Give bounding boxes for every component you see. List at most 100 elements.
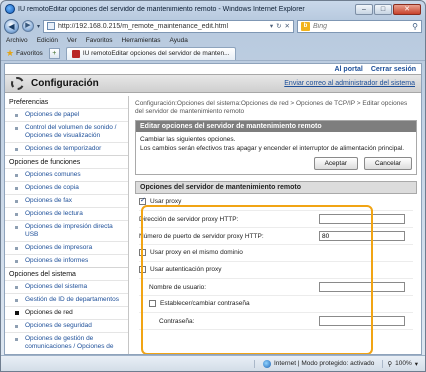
sidebar-item-common[interactable]: Opciones comunes xyxy=(5,168,128,181)
use-proxy-label: Usar proxy xyxy=(150,198,182,206)
set-password-label: Establecer/cambiar contraseña xyxy=(160,300,250,308)
proxy-address-row: Dirección de servidor proxy HTTP: xyxy=(139,211,413,228)
password-label: Contraseña: xyxy=(159,317,195,325)
sidebar-item-system[interactable]: Opciones del sistema xyxy=(5,280,128,293)
set-password-row: Establecer/cambiar contraseña xyxy=(139,296,413,313)
search-box[interactable]: b ⚲ xyxy=(297,19,422,33)
proxy-port-row: Número de puerto de servidor proxy HTTP: xyxy=(139,228,413,245)
browser-tab[interactable]: IU remotoEditar opciones del servidor de… xyxy=(65,46,236,60)
title-bar: IU remotoEditar opciones del servidor de… xyxy=(1,1,425,17)
menu-favoritos[interactable]: Favoritos xyxy=(86,37,113,44)
add-favorite-icon[interactable]: + xyxy=(48,47,60,59)
proxy-port-label: Número de puerto de servidor proxy HTTP: xyxy=(139,232,264,240)
menu-ver[interactable]: Ver xyxy=(67,37,77,44)
browser-window: IU remotoEditar opciones del servidor de… xyxy=(0,0,426,372)
forward-button[interactable]: ▶ xyxy=(22,20,34,32)
sidebar-item-copy[interactable]: Opciones de copia xyxy=(5,181,128,194)
mail-admin-link[interactable]: Enviar correo al administrador del siste… xyxy=(284,80,415,87)
menu-bar: Archivo Edición Ver Favoritos Herramient… xyxy=(1,35,425,46)
page-header-links: Al portal Cerrar sesión xyxy=(5,64,421,74)
globe-icon xyxy=(263,359,271,368)
stop-icon[interactable]: ✕ xyxy=(285,22,290,30)
username-label: Nombre de usuario: xyxy=(149,283,207,291)
page-title: Configuración xyxy=(31,78,99,89)
proxy-auth-row: Usar autenticación proxy xyxy=(139,262,413,279)
breadcrumb: Configuración:Opciones del sistema:Opcio… xyxy=(135,100,408,115)
edit-panel-body: Cambiar las siguientes opciones. Los cam… xyxy=(136,132,416,157)
sidebar-category-preferences: Preferencias xyxy=(9,99,49,106)
proxy-form: Usar proxy Dirección de servidor proxy H… xyxy=(135,194,417,330)
sidebar-category-system: Opciones del sistema xyxy=(5,267,128,280)
history-dropdown-icon[interactable]: ▾ xyxy=(37,23,40,30)
proxy-auth-label: Usar autenticación proxy xyxy=(150,266,222,274)
close-window-button[interactable]: ✕ xyxy=(393,3,421,15)
sidebar-item-reports[interactable]: Opciones de informes xyxy=(5,254,128,267)
sidebar-item-timer[interactable]: Opciones de temporizador xyxy=(5,142,128,155)
sidebar-item-fax[interactable]: Opciones de fax xyxy=(5,194,128,207)
sidebar: Preferencias Opciones de papel Control d… xyxy=(5,96,129,354)
cancel-button[interactable]: Cancelar xyxy=(363,157,412,170)
username-row: Nombre de usuario: xyxy=(139,279,413,296)
status-bar: Internet | Modo protegido: activado ⚲ 10… xyxy=(1,355,425,371)
section-title: Opciones del servidor de mantenimiento r… xyxy=(135,181,417,194)
edit-panel: Editar opciones del servidor de mantenim… xyxy=(135,120,417,175)
password-row: Contraseña: xyxy=(139,313,413,330)
sidebar-item-scan[interactable]: Opciones de lectura xyxy=(5,207,128,220)
security-zone[interactable]: Internet | Modo protegido: activado xyxy=(254,359,382,368)
zoom-icon: ⚲ xyxy=(387,360,393,368)
favorites-bar: ★ Favoritos + IU remotoEditar opciones d… xyxy=(1,46,425,61)
canon-favicon-icon xyxy=(71,49,80,58)
minimize-button[interactable]: – xyxy=(355,3,373,15)
menu-archivo[interactable]: Archivo xyxy=(6,37,28,44)
portal-link[interactable]: Al portal xyxy=(334,66,362,73)
gear-icon xyxy=(11,77,24,90)
sidebar-item-network[interactable]: Opciones de red xyxy=(5,306,128,319)
menu-edicion[interactable]: Edición xyxy=(37,37,58,44)
search-input[interactable] xyxy=(313,22,410,30)
main-content: Configuración:Opciones del sistema:Opcio… xyxy=(135,98,417,354)
address-dropdown-icon[interactable]: ▾ xyxy=(270,22,273,30)
proxy-auth-checkbox[interactable] xyxy=(139,266,146,274)
panel-line-1: Cambiar las siguientes opciones. xyxy=(140,136,236,143)
refresh-icon[interactable]: ↻ xyxy=(276,22,281,30)
sidebar-item-usb-print[interactable]: Opciones de impresión directa USB xyxy=(5,220,128,241)
password-input[interactable] xyxy=(319,316,405,326)
page-icon xyxy=(47,22,56,30)
zoom-level: 100% xyxy=(395,360,412,367)
back-button[interactable]: ◀ xyxy=(4,18,19,34)
set-password-checkbox[interactable] xyxy=(149,300,156,308)
sidebar-item-security[interactable]: Opciones de seguridad xyxy=(5,319,128,332)
address-bar[interactable]: http://192.168.0.215/m_remote_maintenanc… xyxy=(43,19,294,33)
ie-logo-icon xyxy=(5,4,15,14)
zone-label: Internet | Modo protegido: activado xyxy=(274,360,375,367)
config-header: Configuración Enviar correo al administr… xyxy=(5,74,421,93)
sidebar-item-communications[interactable]: Opciones de gestión de comunicaciones / … xyxy=(5,332,128,353)
star-icon: ★ xyxy=(6,47,15,58)
proxy-address-label: Dirección de servidor proxy HTTP: xyxy=(139,215,239,223)
address-row: ◀ ▶ ▾ http://192.168.0.215/m_remote_main… xyxy=(1,17,425,35)
sidebar-item-printer[interactable]: Opciones de impresora xyxy=(5,241,128,254)
menu-herramientas[interactable]: Herramientas xyxy=(122,37,161,44)
zoom-dropdown-icon: ▾ xyxy=(414,360,418,368)
address-url[interactable]: http://192.168.0.215/m_remote_maintenanc… xyxy=(58,23,267,30)
zoom-control[interactable]: ⚲ 100% ▾ xyxy=(382,359,422,368)
maximize-button[interactable]: □ xyxy=(374,3,392,15)
username-input[interactable] xyxy=(319,282,405,292)
menu-ayuda[interactable]: Ayuda xyxy=(170,37,188,44)
logout-link[interactable]: Cerrar sesión xyxy=(371,66,416,73)
search-icon[interactable]: ⚲ xyxy=(412,22,418,31)
sidebar-item-paper[interactable]: Opciones de papel xyxy=(5,108,128,121)
sidebar-item-sound-display[interactable]: Control del volumen de sonido / Opciones… xyxy=(5,121,128,142)
bing-icon: b xyxy=(301,21,310,31)
favorites-button[interactable]: ★ Favoritos xyxy=(6,48,43,59)
use-proxy-checkbox[interactable] xyxy=(139,196,146,206)
window-title: IU remotoEditar opciones del servidor de… xyxy=(18,5,305,13)
sidebar-category-functions: Opciones de funciones xyxy=(5,155,128,168)
edit-panel-title: Editar opciones del servidor de mantenim… xyxy=(136,121,416,132)
proxy-port-input[interactable] xyxy=(319,231,405,241)
proxy-address-input[interactable] xyxy=(319,214,405,224)
accept-button[interactable]: Aceptar xyxy=(313,157,358,170)
tab-title: IU remotoEditar opciones del servidor de… xyxy=(82,50,230,57)
same-domain-checkbox[interactable] xyxy=(139,249,146,257)
sidebar-item-dept-id[interactable]: Gestión de ID de departamentos xyxy=(5,293,128,306)
